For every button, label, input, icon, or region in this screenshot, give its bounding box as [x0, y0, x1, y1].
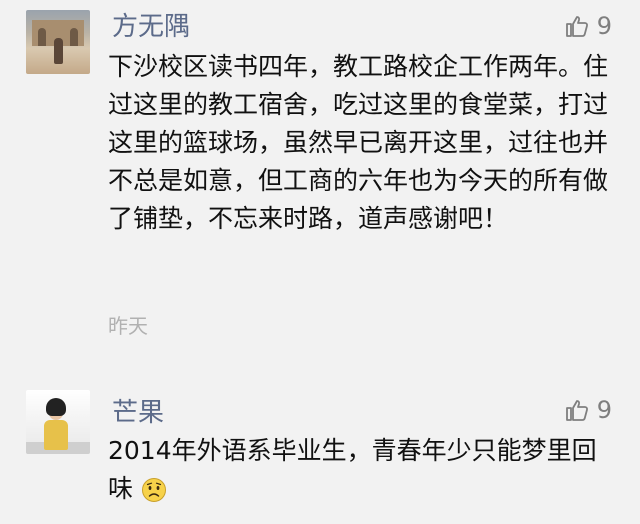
- comment-time: 昨天: [108, 314, 148, 338]
- comment-feed: 方无隅 9 下沙校区读书四年，教工路校企工作两年。住过这里的教工宿舍，吃过这里的…: [0, 0, 640, 524]
- avatar[interactable]: [26, 390, 90, 454]
- avatar[interactable]: [26, 10, 90, 74]
- comment-text-wrapper: 2014年外语系毕业生，青春年少只能梦里回味: [108, 432, 612, 508]
- commenter-name[interactable]: 芒果: [112, 396, 164, 430]
- like-button[interactable]: 9: [565, 396, 612, 424]
- comment-item: 芒果 9 2014年外语系毕业生，青春年少只能梦里回味: [0, 380, 640, 524]
- like-button[interactable]: 9: [565, 12, 612, 40]
- like-count: 9: [596, 12, 612, 40]
- comment-text: 下沙校区读书四年，教工路校企工作两年。住过这里的教工宿舍，吃过这里的食堂菜，打过…: [108, 52, 609, 233]
- thumbs-up-icon[interactable]: [565, 398, 589, 422]
- avatar-photo-arch: [70, 28, 78, 46]
- like-count: 9: [596, 396, 612, 424]
- comment-text: 2014年外语系毕业生，青春年少只能梦里回味: [108, 436, 597, 503]
- thumbs-up-icon[interactable]: [565, 14, 589, 38]
- comment-item: 方无隅 9 下沙校区读书四年，教工路校企工作两年。住过这里的教工宿舍，吃过这里的…: [0, 0, 640, 360]
- worried-face-emoji-icon: [141, 476, 167, 502]
- avatar-photo-person: [44, 420, 68, 450]
- avatar-photo-hair: [46, 398, 66, 416]
- avatar-photo-arch: [38, 28, 46, 46]
- commenter-name[interactable]: 方无隅: [112, 10, 190, 44]
- avatar-photo-person: [54, 38, 63, 64]
